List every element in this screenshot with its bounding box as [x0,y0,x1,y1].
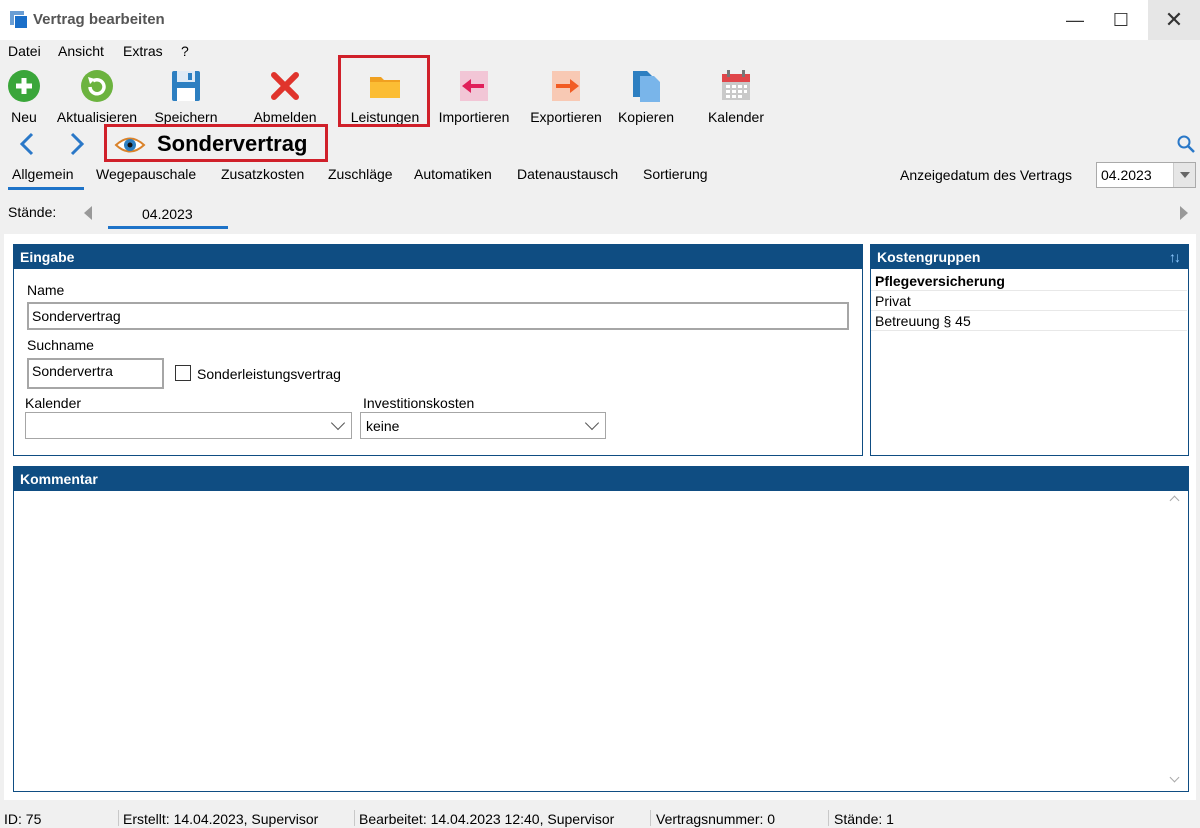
exportieren-button[interactable]: Exportieren [524,66,608,126]
refresh-icon [81,70,113,102]
toolbar: Neu Aktualisieren Speichern Abmelden Lei… [0,55,1200,128]
status-id: ID: 75 [4,811,42,827]
eingabe-header: Eingabe [13,244,863,269]
sonderleistung-checkbox[interactable] [175,365,191,381]
menu-bar: Datei Ansicht Extras ? [0,40,1200,62]
plus-icon [8,70,40,102]
menu-help[interactable]: ? [181,43,189,59]
kostengruppen-list: Pflegeversicherung Privat Betreuung § 45 [871,271,1188,371]
staende-active-indicator [108,226,228,229]
tab-datenaustausch[interactable]: Datenaustausch [517,166,618,182]
menu-datei[interactable]: Datei [8,43,41,59]
status-separator [650,810,651,826]
calendar-icon [722,70,750,100]
importieren-button[interactable]: Importieren [432,66,516,126]
back-arrow-icon[interactable] [14,130,40,158]
content-area: Eingabe Name Sondervertrag Suchname Sond… [4,234,1196,800]
leistungen-highlight [338,55,430,127]
sonderleistung-label: Sonderleistungsvertrag [197,366,341,382]
status-separator [828,810,829,826]
forward-arrow-icon[interactable] [64,130,90,158]
abmelden-button[interactable]: Abmelden [246,66,324,126]
kommentar-header: Kommentar [13,466,1189,491]
window-title: Vertrag bearbeiten [33,11,165,28]
staende-prev-icon[interactable] [84,206,92,220]
staende-item[interactable]: 04.2023 [142,206,193,222]
export-icon [552,71,580,101]
investition-label: Investitionskosten [363,395,475,411]
list-item[interactable]: Pflegeversicherung [871,271,1187,291]
status-bar: ID: 75 Erstellt: 14.04.2023, Supervisor … [0,806,1200,828]
title-bar: Vertrag bearbeiten — ☐ ✕ [0,0,1200,40]
maximize-button[interactable]: ☐ [1096,0,1146,40]
aktualisieren-button[interactable]: Aktualisieren [50,66,144,126]
menu-ansicht[interactable]: Ansicht [58,43,104,59]
kalender-button[interactable]: Kalender [702,66,770,126]
speichern-button[interactable]: Speichern [148,66,224,126]
status-bearbeitet: Bearbeitet: 14.04.2023 12:40, Supervisor [359,811,615,827]
minimize-button[interactable]: — [1050,0,1100,40]
chevron-down-icon [330,415,346,431]
app-icon [10,11,28,29]
chevron-down-icon [584,415,600,431]
suchname-label: Suchname [27,337,94,353]
nav-row: Sondervertrag [0,124,1200,162]
scroll-down-icon[interactable] [1169,772,1180,783]
cross-icon [271,72,299,100]
status-vertragsnummer: Vertragsnummer: 0 [656,811,776,827]
anzeigedatum-label: Anzeigedatum des Vertrags [900,167,1072,183]
status-separator [354,810,355,826]
suchname-input[interactable]: Sondervertra [27,358,164,389]
investition-select[interactable]: keine [360,412,606,439]
kalender-label: Kalender [25,395,82,411]
neu-button[interactable]: Neu [2,66,46,126]
status-erstellt: Erstellt: 14.04.2023, Supervisor [123,811,319,827]
tab-zuschlaege[interactable]: Zuschläge [328,166,393,182]
status-separator [118,810,119,826]
sort-icon[interactable]: ↑↓ [1169,249,1181,265]
dropdown-arrow-icon[interactable] [1173,163,1195,187]
list-item[interactable]: Betreuung § 45 [871,311,1187,331]
tab-automatiken[interactable]: Automatiken [414,166,492,182]
list-item[interactable]: Privat [871,291,1187,311]
tab-allgemein[interactable]: Allgemein [12,166,73,182]
kopieren-button[interactable]: Kopieren [614,66,678,126]
search-icon[interactable] [1176,134,1196,154]
tab-wegepauschale[interactable]: Wegepauschale [96,166,196,182]
staende-bar: Stände: 04.2023 [0,196,1200,232]
menu-extras[interactable]: Extras [123,43,163,59]
kalender-select[interactable] [25,412,352,439]
staende-label: Stände: [8,204,57,220]
tab-bar: Allgemein Wegepauschale Zusatzkosten Zus… [0,162,1200,192]
staende-next-icon[interactable] [1180,206,1188,220]
kostengruppen-header: Kostengruppen ↑↓ [870,244,1189,269]
name-label: Name [27,282,65,298]
tab-zusatzkosten[interactable]: Zusatzkosten [221,166,304,182]
copy-icon [633,71,660,102]
anzeigedatum-select[interactable]: 04.2023 [1096,162,1196,188]
active-tab-indicator [8,187,84,190]
name-input[interactable]: Sondervertrag [27,302,849,330]
kommentar-textarea[interactable] [14,491,1188,791]
contract-title-highlight [104,124,328,162]
import-icon [460,71,488,101]
scroll-up-icon[interactable] [1169,495,1180,506]
close-button[interactable]: ✕ [1148,0,1200,40]
status-staende: Stände: 1 [834,811,894,827]
tab-sortierung[interactable]: Sortierung [643,166,708,182]
save-icon [172,71,200,101]
